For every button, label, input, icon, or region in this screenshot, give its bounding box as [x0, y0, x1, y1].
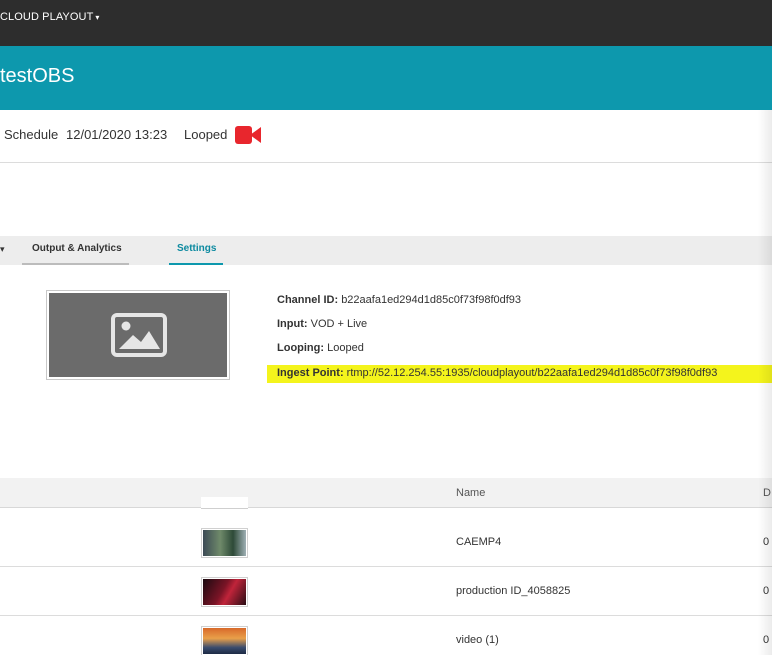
video-thumbnail — [201, 577, 248, 607]
tab-underline-inactive — [22, 263, 129, 265]
input-row: Input: VOD + Live — [277, 318, 367, 330]
video-camera-icon[interactable] — [235, 125, 261, 145]
ingest-point-value: rtmp://52.12.254.55:1935/cloudplayout/b2… — [346, 367, 718, 379]
channel-info-bar: Schedule 12/01/2020 13:23 Looped — [0, 110, 772, 163]
image-icon — [111, 313, 167, 357]
video-duration-partial: 0 — [763, 585, 770, 597]
menu-label: CLOUD PLAYOUT — [0, 11, 94, 23]
video-duration-partial: 0 — [763, 634, 770, 646]
looping-value: Looped — [327, 342, 364, 354]
ingest-point-row[interactable]: Ingest Point: rtmp://52.12.254.55:1935/c… — [267, 365, 772, 383]
schedule-label: Schedule — [4, 127, 59, 142]
looping-row: Looping: Looped — [277, 342, 364, 354]
channel-id-row: Channel ID: b22aafa1ed294d1d85c0f73f98f0… — [277, 294, 521, 306]
channel-header: testOBS — [0, 46, 772, 110]
cloud-playout-menu[interactable]: CLOUD PLAYOUT ▾ — [0, 11, 100, 23]
top-nav-bar: CLOUD PLAYOUT ▾ — [0, 0, 772, 46]
schedule-datetime: 12/01/2020 13:23 — [66, 127, 168, 142]
input-label: Input: — [277, 318, 308, 330]
video-name: video (1) — [456, 634, 499, 646]
video-name: CAEMP4 — [456, 536, 502, 548]
column-header-next[interactable]: D — [763, 487, 771, 499]
page-title: testOBS — [0, 65, 75, 87]
channel-thumbnail[interactable] — [46, 290, 230, 380]
video-name: production ID_4058825 — [456, 585, 571, 597]
channel-id-value: b22aafa1ed294d1d85c0f73f98f0df93 — [341, 294, 522, 306]
table-row[interactable]: CAEMP4 0 — [0, 518, 772, 567]
partial-thumbnail — [201, 497, 248, 509]
chevron-down-icon: ▾ — [95, 13, 100, 22]
video-duration-partial: 0 — [763, 536, 770, 548]
thumbnail-placeholder — [49, 293, 227, 377]
ingest-point-label: Ingest Point: — [277, 367, 344, 379]
looping-label: Looping: — [277, 342, 325, 354]
input-value: VOD + Live — [310, 318, 368, 330]
channel-id-label: Channel ID: — [277, 294, 339, 306]
video-thumbnail — [201, 528, 248, 558]
playlist-header: Name D — [0, 478, 772, 508]
mode-label: Looped — [184, 127, 228, 142]
tab-bar: ▾ Output & Analytics Settings — [0, 236, 772, 265]
video-thumbnail — [201, 626, 248, 655]
column-header-name[interactable]: Name — [456, 487, 485, 499]
table-row[interactable]: video (1) 0 — [0, 616, 772, 655]
table-row[interactable]: production ID_4058825 0 — [0, 567, 772, 616]
tab-output-analytics[interactable]: Output & Analytics — [32, 243, 122, 254]
collapse-arrow-icon[interactable]: ▾ — [0, 244, 5, 255]
tab-underline-active — [169, 263, 223, 265]
tab-settings[interactable]: Settings — [177, 243, 216, 254]
